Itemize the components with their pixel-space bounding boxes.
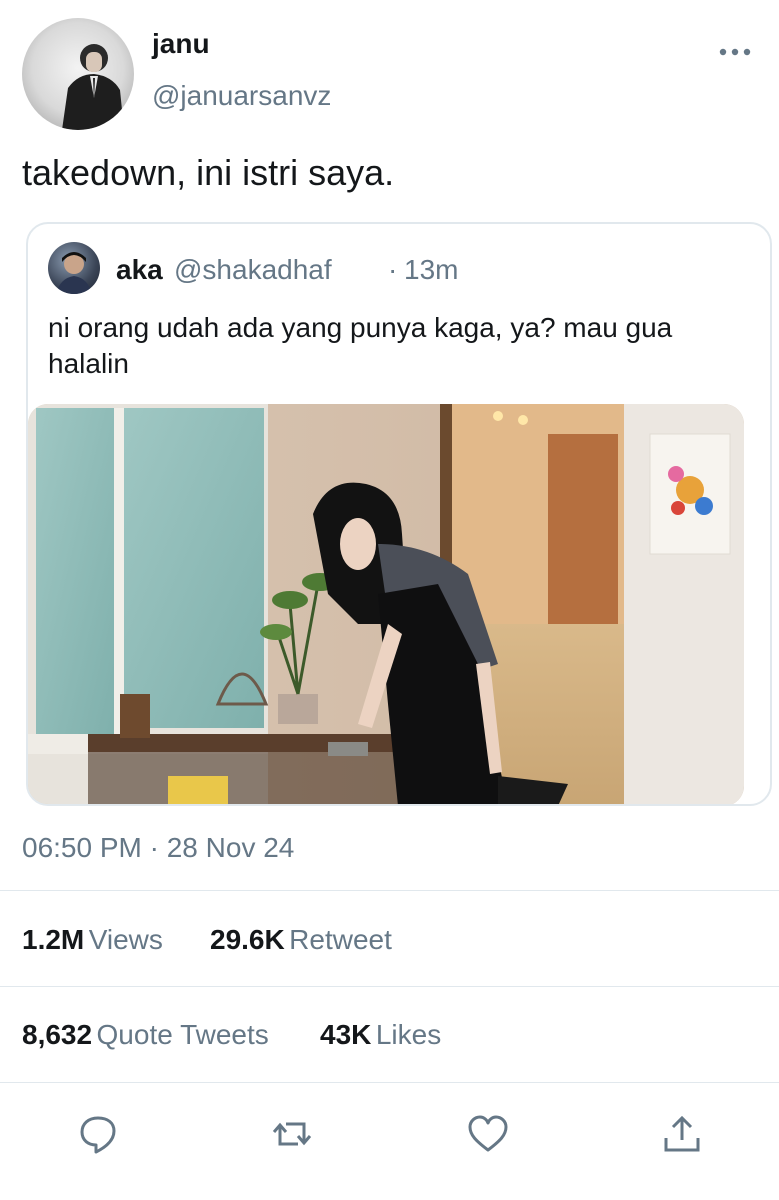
likes-count: 43K — [320, 1019, 372, 1050]
divider — [0, 986, 779, 987]
quoted-text: ni orang udah ada yang punya kaga, ya? m… — [48, 312, 673, 379]
quoted-time[interactable]: 13m — [404, 254, 458, 286]
quoted-author-avatar[interactable] — [48, 242, 100, 294]
author-display-name[interactable]: janu — [152, 28, 210, 60]
quote-tweets-stat[interactable]: 8,632 Quote Tweets — [22, 1019, 269, 1051]
quote-tweets-label: Quote Tweets — [96, 1019, 269, 1050]
quoted-avatar-icon — [56, 252, 92, 294]
views-label: Views — [88, 924, 163, 955]
retweet-icon[interactable] — [270, 1112, 314, 1156]
quoted-handle[interactable]: @shakadhaf — [174, 254, 332, 286]
reply-icon[interactable] — [76, 1112, 120, 1156]
quoted-photo[interactable] — [28, 404, 744, 804]
likes-stat[interactable]: 43K Likes — [320, 1019, 441, 1051]
quoted-display-name[interactable]: aka — [116, 254, 163, 286]
quoted-separator: · — [388, 254, 398, 285]
photo-image — [28, 404, 744, 804]
likes-label: Likes — [375, 1019, 442, 1050]
retweet-stat[interactable]: 29.6K Retweet — [210, 924, 392, 956]
tweet-text: takedown, ini istri saya. — [22, 152, 395, 193]
retweet-count: 29.6K — [210, 924, 285, 955]
quoted-tweet-card[interactable]: aka @shakadhaf · 13m ni orang udah ada y… — [26, 222, 772, 806]
more-options-icon[interactable] — [718, 40, 752, 62]
views-count: 1.2M — [22, 924, 85, 955]
divider — [0, 1082, 779, 1083]
share-icon[interactable] — [660, 1112, 704, 1156]
quote-tweets-count: 8,632 — [22, 1019, 93, 1050]
divider — [0, 890, 779, 891]
retweet-label: Retweet — [289, 924, 392, 955]
views-stat: 1.2M Views — [22, 924, 163, 956]
author-avatar[interactable] — [22, 18, 134, 130]
like-icon[interactable] — [466, 1112, 510, 1156]
person-in-suit-avatar-icon — [62, 44, 124, 130]
author-handle[interactable]: @januarsanvz — [152, 80, 331, 112]
tweet-timestamp[interactable]: 06:50 PM · 28 Nov 24 — [22, 832, 294, 864]
